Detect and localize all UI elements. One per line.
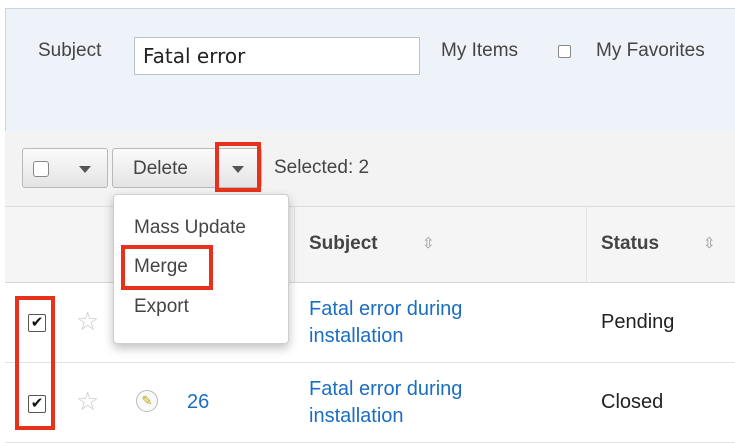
highlight-row-checkboxes (15, 296, 55, 430)
my-items-label: My Items (441, 40, 519, 61)
subject-input[interactable] (134, 37, 420, 75)
my-favorites-label: My Favorites (596, 40, 705, 61)
menu-item-export[interactable]: Export (134, 296, 189, 318)
favorite-star-icon[interactable]: ☆ (76, 386, 99, 417)
subject-label: Subject (38, 40, 102, 61)
pencil-icon[interactable]: ✎ (136, 390, 158, 412)
row-status: Pending (601, 311, 675, 333)
row-subject-link[interactable]: Fatal error during installation (309, 296, 529, 350)
my-items-checkbox[interactable] (558, 45, 571, 58)
sort-icon[interactable]: ⇳ (422, 234, 435, 252)
row-status: Closed (601, 391, 664, 413)
row-number-link[interactable]: 26 (187, 391, 209, 414)
favorite-star-icon[interactable]: ☆ (76, 306, 99, 337)
chevron-down-icon (79, 166, 91, 173)
selected-count: Selected: 2 (274, 157, 370, 178)
highlight-actions-caret (215, 142, 261, 192)
delete-label: Delete (133, 158, 188, 179)
menu-item-mass-update[interactable]: Mass Update (134, 217, 246, 239)
select-all-button[interactable] (22, 148, 108, 188)
row-subject-link[interactable]: Fatal error during installation (309, 376, 529, 430)
select-all-checkbox[interactable] (33, 161, 49, 177)
sort-icon[interactable]: ⇳ (703, 234, 716, 252)
column-header-status[interactable]: Status (601, 233, 659, 255)
column-header-subject[interactable]: Subject (309, 233, 378, 255)
highlight-merge (121, 245, 213, 290)
